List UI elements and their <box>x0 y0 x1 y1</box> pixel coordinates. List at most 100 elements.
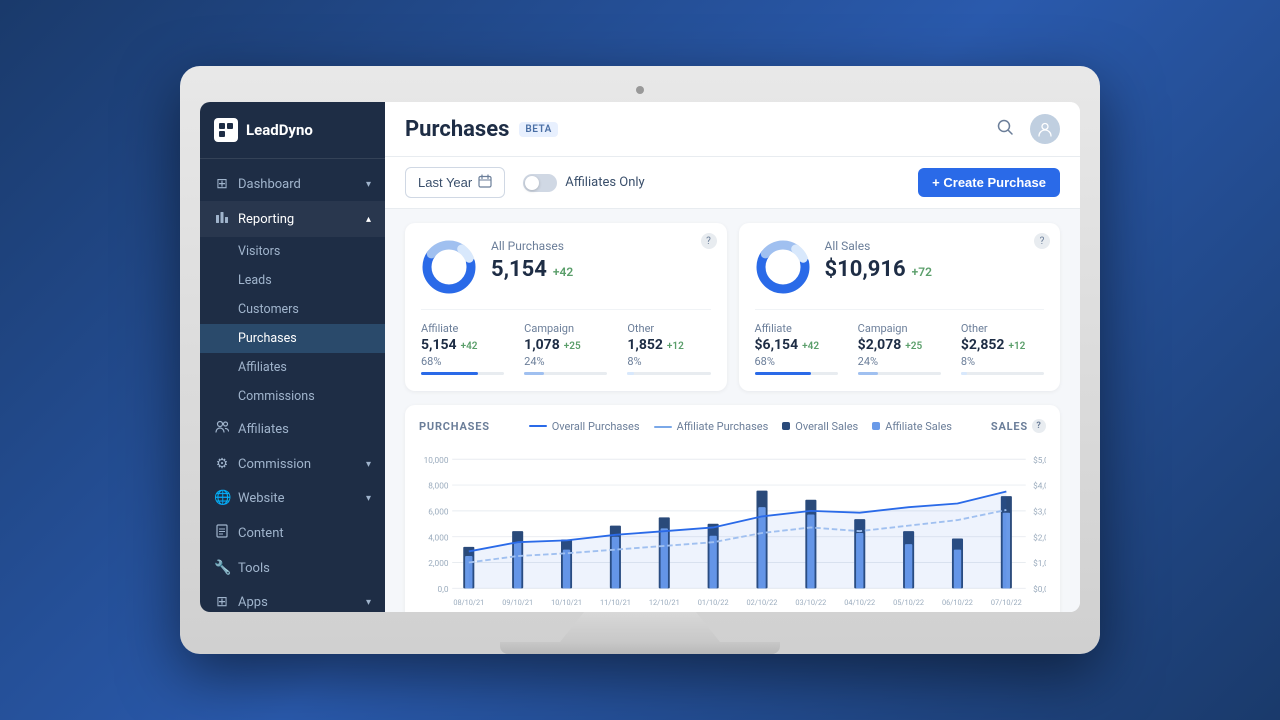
sales-breakdown: Affiliate $6,154 +42 68% Campaign <box>755 309 1045 375</box>
sidebar-item-label: Reporting <box>238 212 294 227</box>
sidebar-item-label: Affiliates <box>238 422 289 437</box>
legend-dot-dark <box>782 422 790 430</box>
purchases-other: Other 1,852 +12 8% <box>627 322 710 375</box>
svg-text:03/10/22: 03/10/22 <box>795 598 826 607</box>
beta-badge: BETA <box>519 122 557 137</box>
svg-text:10,000: 10,000 <box>424 456 449 466</box>
logo-icon <box>214 118 238 142</box>
sidebar-item-label: Website <box>238 491 285 506</box>
purchases-delta: +42 <box>553 265 573 279</box>
purchases-breakdown: Affiliate 5,154 +42 68% Campaign <box>421 309 711 375</box>
purchases-donut-chart <box>421 239 477 295</box>
logo-text: LeadDyno <box>246 121 313 139</box>
sales-info-icon[interactable]: ? <box>1034 233 1050 249</box>
top-bar-actions <box>992 114 1060 144</box>
sales-total: $10,916 <box>825 257 906 282</box>
sidebar-item-apps[interactable]: ⊞ Apps ▾ <box>200 585 385 612</box>
sidebar-item-commissions[interactable]: Commissions <box>200 382 385 411</box>
apps-icon: ⊞ <box>214 594 230 610</box>
svg-text:6,000: 6,000 <box>428 508 449 518</box>
affiliates-toggle-container: Affiliates Only <box>523 174 645 192</box>
sidebar-nav: ⊞ Dashboard ▾ Reporting <box>200 159 385 612</box>
content-icon <box>214 524 230 542</box>
svg-text:$2,000: $2,000 <box>1033 532 1046 543</box>
card-title: All Purchases <box>491 239 711 253</box>
chart-purchases-label: PURCHASES <box>419 420 490 433</box>
sidebar-item-affiliates-sub[interactable]: Affiliates <box>200 353 385 382</box>
legend-line-dashed <box>654 426 672 428</box>
legend-overall-purchases: Overall Purchases <box>529 420 640 433</box>
user-avatar[interactable] <box>1030 114 1060 144</box>
affiliates-icon <box>214 420 230 438</box>
sidebar-item-dashboard[interactable]: ⊞ Dashboard ▾ <box>200 167 385 201</box>
sidebar-item-label: Commission <box>238 457 311 472</box>
svg-text:$5,000: $5,000 <box>1033 455 1046 466</box>
create-purchase-label: + Create Purchase <box>932 175 1046 190</box>
chart-header: PURCHASES Overall Purchases Affiliate Pu… <box>419 419 1046 433</box>
toggle-label: Affiliates Only <box>565 175 645 190</box>
sales-other: Other $2,852 +12 8% <box>961 322 1044 375</box>
sales-axis-label: SALES ? <box>991 419 1046 433</box>
sidebar-item-purchases[interactable]: Purchases <box>200 324 385 353</box>
svg-text:2,000: 2,000 <box>428 559 449 569</box>
sidebar-item-visitors[interactable]: Visitors <box>200 237 385 266</box>
search-button[interactable] <box>992 114 1018 144</box>
legend-affiliate-sales: Affiliate Sales <box>872 420 952 433</box>
sidebar-item-customers[interactable]: Customers <box>200 295 385 324</box>
chevron-down-icon: ▾ <box>366 493 371 504</box>
card-value: 5,154 +42 <box>491 257 711 282</box>
sidebar-item-website[interactable]: 🌐 Website ▾ <box>200 481 385 515</box>
purchases-total: 5,154 <box>491 257 547 282</box>
sales-info-icon[interactable]: ? <box>1032 419 1046 433</box>
sidebar-item-affiliates[interactable]: Affiliates <box>200 411 385 447</box>
date-range-picker[interactable]: Last Year <box>405 167 505 198</box>
chart-legend: Overall Purchases Affiliate Purchases Ov… <box>529 420 952 433</box>
camera-dot <box>636 86 644 94</box>
card-header: All Purchases 5,154 +42 <box>421 239 711 295</box>
chevron-down-icon: ▾ <box>366 459 371 470</box>
sales-campaign: Campaign $2,078 +25 24% <box>858 322 941 375</box>
chevron-up-icon: ▴ <box>366 214 371 225</box>
sidebar-item-tools[interactable]: 🔧 Tools <box>200 551 385 585</box>
legend-label: Overall Sales <box>795 420 858 433</box>
sidebar-item-leads[interactable]: Leads <box>200 266 385 295</box>
purchases-affiliate: Affiliate 5,154 +42 68% <box>421 322 504 375</box>
filter-bar: Last Year <box>385 157 1080 209</box>
card-main: All Purchases 5,154 +42 <box>491 239 711 282</box>
card-main: All Sales $10,916 +72 <box>825 239 1045 282</box>
svg-text:11/10/21: 11/10/21 <box>600 598 631 607</box>
card-value: $10,916 +72 <box>825 257 1045 282</box>
affiliates-toggle[interactable] <box>523 174 557 192</box>
all-purchases-card: ? All Purchases <box>405 223 727 391</box>
svg-text:$3,000: $3,000 <box>1033 507 1046 518</box>
commission-icon: ⚙ <box>214 456 230 472</box>
svg-text:$0,0: $0,0 <box>1033 584 1046 595</box>
sidebar-item-content[interactable]: Content <box>200 515 385 551</box>
website-icon: 🌐 <box>214 490 230 506</box>
create-purchase-button[interactable]: + Create Purchase <box>918 168 1060 197</box>
legend-affiliate-purchases: Affiliate Purchases <box>654 420 769 433</box>
purchases-chart: 10,000 8,000 6,000 4,000 2,000 0,0 $5,00… <box>419 443 1046 612</box>
sidebar-item-commission[interactable]: ⚙ Commission ▾ <box>200 447 385 481</box>
purchases-info-icon[interactable]: ? <box>701 233 717 249</box>
purchases-campaign: Campaign 1,078 +25 24% <box>524 322 607 375</box>
chevron-down-icon: ▾ <box>366 597 371 608</box>
dashboard-icon: ⊞ <box>214 176 230 192</box>
sidebar-item-reporting[interactable]: Reporting ▴ <box>200 201 385 237</box>
logo-area: LeadDyno <box>200 102 385 159</box>
monitor-base <box>500 642 780 654</box>
page-title: Purchases <box>405 117 509 142</box>
sidebar: LeadDyno ⊞ Dashboard ▾ <box>200 102 385 612</box>
svg-text:02/10/22: 02/10/22 <box>747 598 778 607</box>
sidebar-item-label: Apps <box>238 595 268 610</box>
stats-cards-row: ? All Purchases <box>385 209 1080 405</box>
all-sales-card: ? All Sales <box>739 223 1061 391</box>
card-title: All Sales <box>825 239 1045 253</box>
chart-svg-container: 10,000 8,000 6,000 4,000 2,000 0,0 $5,00… <box>419 443 1046 612</box>
svg-text:10/10/21: 10/10/21 <box>551 598 582 607</box>
legend-label: Overall Purchases <box>552 420 640 433</box>
sales-affiliate: Affiliate $6,154 +42 68% <box>755 322 838 375</box>
chevron-down-icon: ▾ <box>366 179 371 190</box>
reporting-icon <box>214 210 230 228</box>
legend-dot-light <box>872 422 880 430</box>
